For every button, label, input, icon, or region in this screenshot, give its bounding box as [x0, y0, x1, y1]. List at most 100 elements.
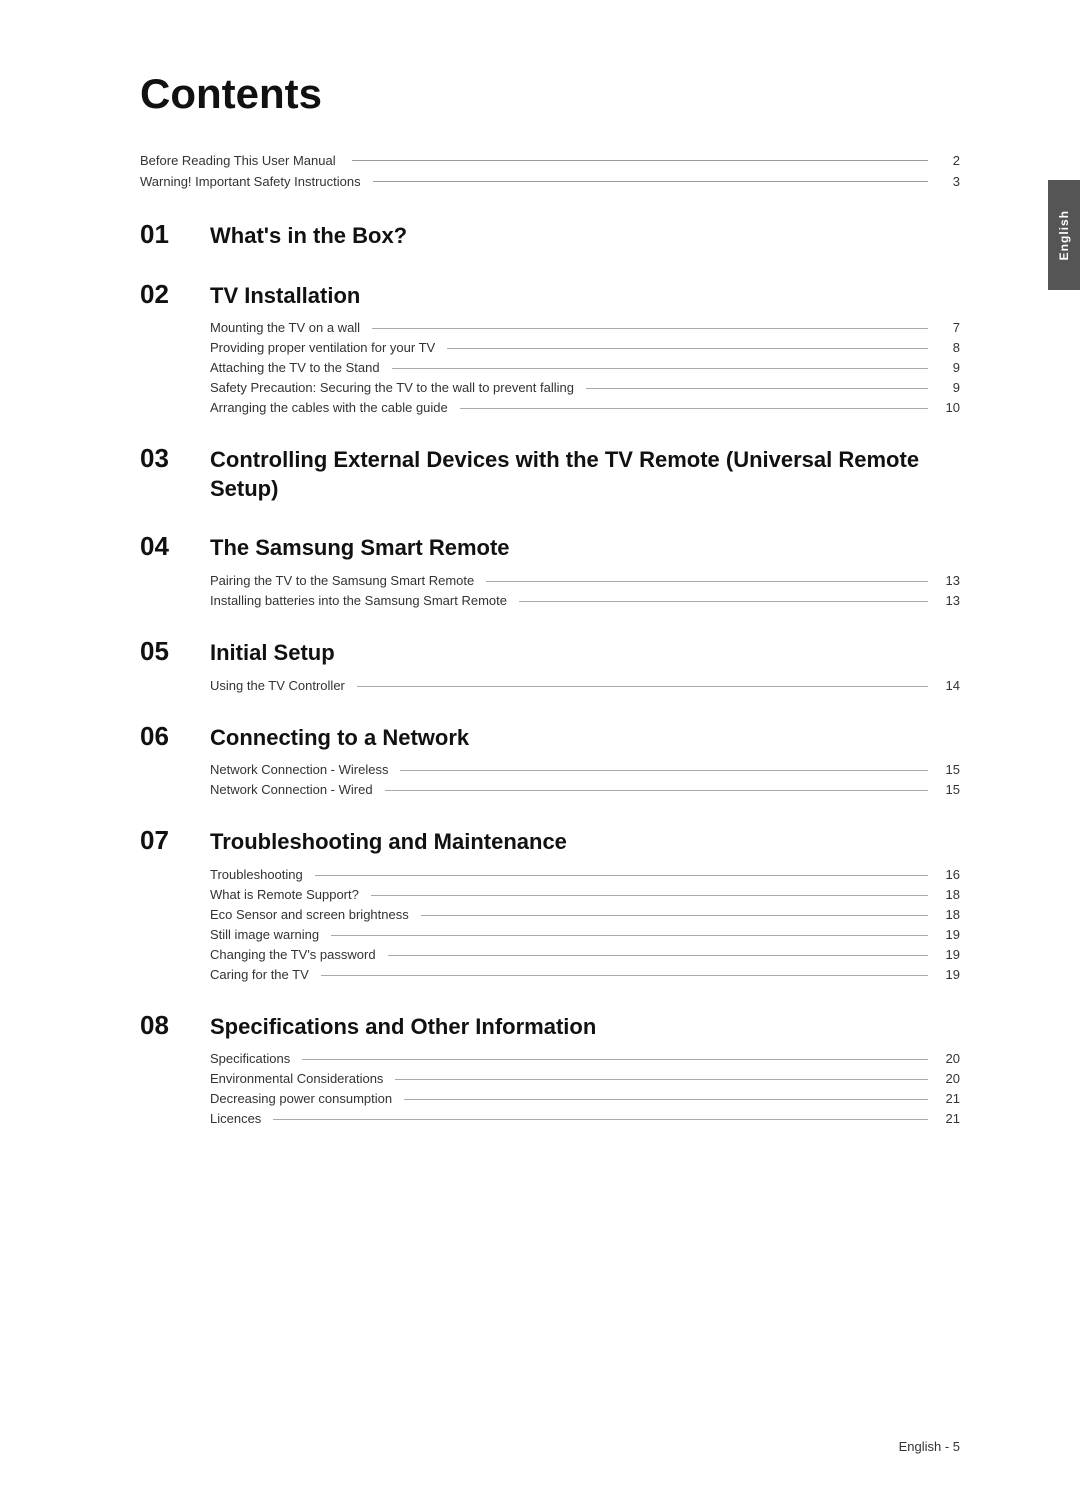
section-number: 05: [140, 636, 210, 667]
section-item-label: Attaching the TV to the Stand: [210, 360, 380, 375]
section-header: 01What's in the Box?: [140, 219, 960, 251]
section-items: Mounting the TV on a wall 7 Providing pr…: [140, 320, 960, 415]
section-title: Connecting to a Network: [210, 724, 469, 753]
section-item-page: 18: [940, 887, 960, 902]
section-item-label: Decreasing power consumption: [210, 1091, 392, 1106]
section-item-dots: [302, 1059, 928, 1060]
toc-item: Warning! Important Safety Instructions 3: [140, 174, 960, 189]
section-item: Arranging the cables with the cable guid…: [210, 400, 960, 415]
section-item-page: 15: [940, 782, 960, 797]
section-item-dots: [321, 975, 928, 976]
section-number: 03: [140, 443, 210, 474]
section-item-label: Environmental Considerations: [210, 1071, 383, 1086]
section-item-dots: [519, 601, 928, 602]
section-items: Pairing the TV to the Samsung Smart Remo…: [140, 573, 960, 608]
section-item-dots: [586, 388, 928, 389]
section-item-label: Licences: [210, 1111, 261, 1126]
toc-item-label: Warning! Important Safety Instructions: [140, 174, 361, 189]
section-title: Troubleshooting and Maintenance: [210, 828, 567, 857]
section-item: Network Connection - Wired 15: [210, 782, 960, 797]
section-items: Using the TV Controller 14: [140, 678, 960, 693]
section-item-label: Caring for the TV: [210, 967, 309, 982]
section-item: Mounting the TV on a wall 7: [210, 320, 960, 335]
section-item-dots: [385, 790, 928, 791]
toc-item-label: Before Reading This User Manual: [140, 153, 340, 168]
section-item: Troubleshooting 16: [210, 867, 960, 882]
section-item-page: 13: [940, 573, 960, 588]
section-item-dots: [421, 915, 928, 916]
section-item-dots: [447, 348, 928, 349]
toc-item: Before Reading This User Manual 2: [140, 153, 960, 168]
section-item-dots: [392, 368, 928, 369]
section-number: 06: [140, 721, 210, 752]
section-items: Specifications 20 Environmental Consider…: [140, 1051, 960, 1126]
numbered-section: 08Specifications and Other Information S…: [140, 1010, 960, 1127]
section-item: Decreasing power consumption 21: [210, 1091, 960, 1106]
page-container: English Contents Before Reading This Use…: [0, 0, 1080, 1494]
section-item-page: 19: [940, 967, 960, 982]
section-header: 02TV Installation: [140, 279, 960, 311]
section-title: The Samsung Smart Remote: [210, 534, 510, 563]
section-item-page: 8: [940, 340, 960, 355]
section-number: 07: [140, 825, 210, 856]
section-header: 05Initial Setup: [140, 636, 960, 668]
section-header: 07Troubleshooting and Maintenance: [140, 825, 960, 857]
section-item-dots: [273, 1119, 928, 1120]
section-item-dots: [400, 770, 928, 771]
section-item-label: Arranging the cables with the cable guid…: [210, 400, 448, 415]
section-number: 04: [140, 531, 210, 562]
section-item: Caring for the TV 19: [210, 967, 960, 982]
section-item: Licences 21: [210, 1111, 960, 1126]
numbered-section: 07Troubleshooting and Maintenance Troubl…: [140, 825, 960, 982]
page-title: Contents: [140, 70, 960, 118]
section-item-label: Providing proper ventilation for your TV: [210, 340, 435, 355]
section-item-page: 18: [940, 907, 960, 922]
section-item-label: Still image warning: [210, 927, 319, 942]
section-number: 01: [140, 219, 210, 250]
section-item-dots: [486, 581, 928, 582]
section-item-page: 9: [940, 360, 960, 375]
numbered-section: 03Controlling External Devices with the …: [140, 443, 960, 503]
section-item-dots: [395, 1079, 928, 1080]
section-title: Controlling External Devices with the TV…: [210, 446, 960, 503]
toc-wrapper: Before Reading This User Manual 2 Warnin…: [140, 153, 960, 1126]
section-item-page: 19: [940, 927, 960, 942]
section-item: Attaching the TV to the Stand 9: [210, 360, 960, 375]
section-header: 08Specifications and Other Information: [140, 1010, 960, 1042]
section-item: What is Remote Support? 18: [210, 887, 960, 902]
section-item: Safety Precaution: Securing the TV to th…: [210, 380, 960, 395]
numbered-section: 02TV Installation Mounting the TV on a w…: [140, 279, 960, 416]
section-item-page: 16: [940, 867, 960, 882]
toc-item-page: 2: [940, 153, 960, 168]
section-item-label: Mounting the TV on a wall: [210, 320, 360, 335]
section-number: 02: [140, 279, 210, 310]
section-item-page: 21: [940, 1091, 960, 1106]
toc-item-dots: [373, 181, 928, 182]
section-title: TV Installation: [210, 282, 360, 311]
section-item-dots: [371, 895, 928, 896]
section-items: Network Connection - Wireless 15 Network…: [140, 762, 960, 797]
pre-section: Before Reading This User Manual 2 Warnin…: [140, 153, 960, 189]
section-item-label: Troubleshooting: [210, 867, 303, 882]
section-item-page: 7: [940, 320, 960, 335]
numbered-section: 06Connecting to a Network Network Connec…: [140, 721, 960, 798]
section-item-page: 21: [940, 1111, 960, 1126]
section-item-page: 20: [940, 1071, 960, 1086]
section-item-dots: [388, 955, 928, 956]
section-title: Initial Setup: [210, 639, 335, 668]
section-item-page: 14: [940, 678, 960, 693]
section-item-dots: [372, 328, 928, 329]
section-title: What's in the Box?: [210, 222, 407, 251]
section-item-page: 10: [940, 400, 960, 415]
section-item-label: Using the TV Controller: [210, 678, 345, 693]
sidebar-tab: English: [1048, 180, 1080, 290]
section-item-page: 19: [940, 947, 960, 962]
section-item-dots: [357, 686, 928, 687]
section-item: Installing batteries into the Samsung Sm…: [210, 593, 960, 608]
section-item-label: Eco Sensor and screen brightness: [210, 907, 409, 922]
section-item-dots: [460, 408, 928, 409]
section-item-label: Pairing the TV to the Samsung Smart Remo…: [210, 573, 474, 588]
section-item: Network Connection - Wireless 15: [210, 762, 960, 777]
section-item: Environmental Considerations 20: [210, 1071, 960, 1086]
section-item-dots: [331, 935, 928, 936]
